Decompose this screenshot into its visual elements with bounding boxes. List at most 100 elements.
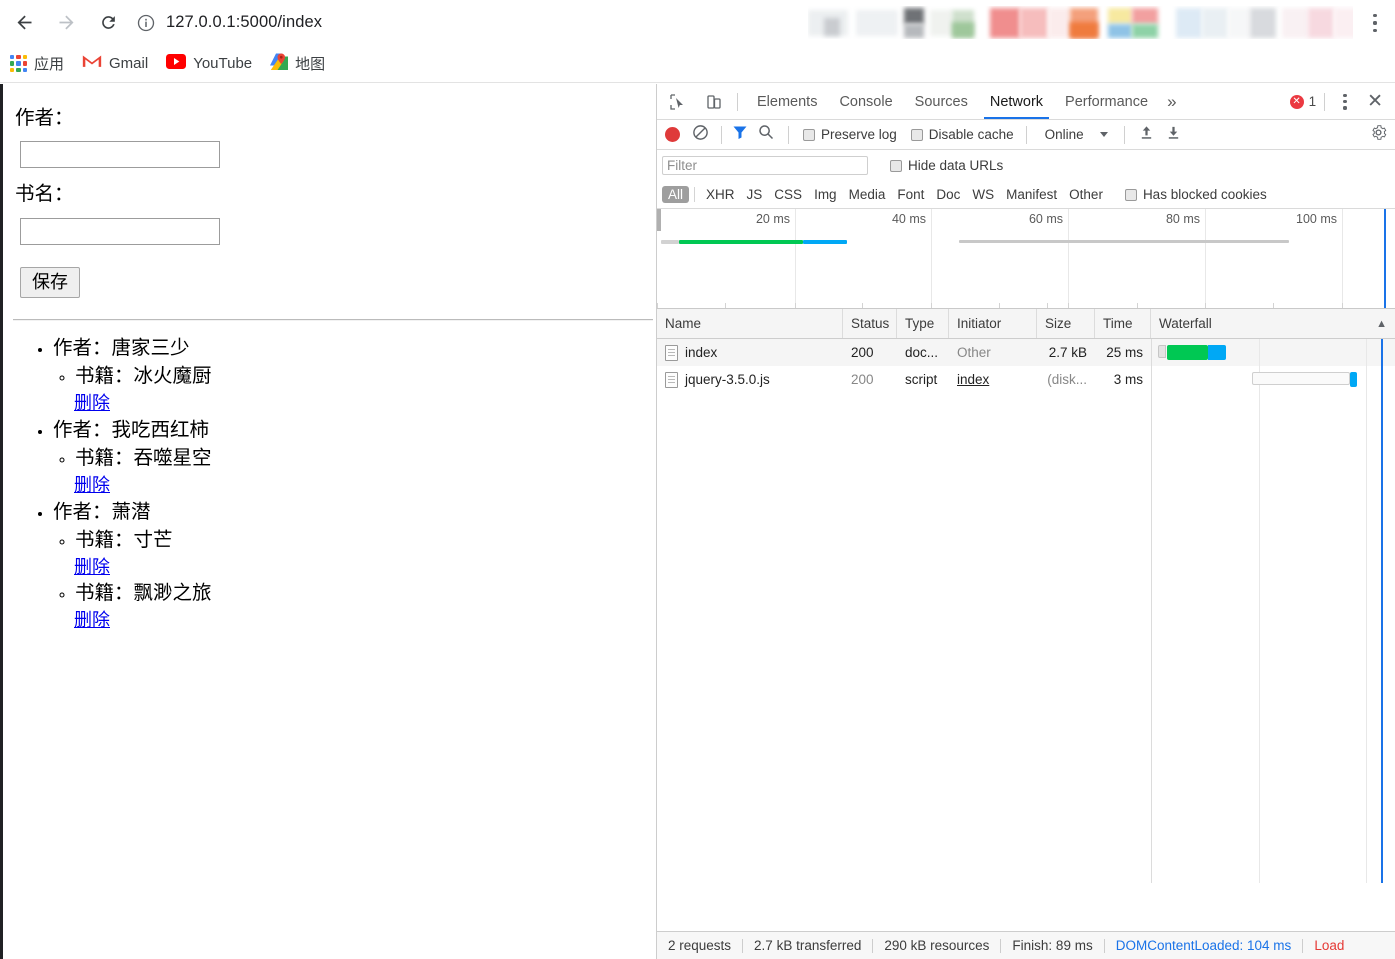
bookmark-label: YouTube [193,55,253,72]
forward-button[interactable] [48,5,84,41]
type-chip-all[interactable]: All [662,186,690,203]
devtools-settings-icon[interactable] [1370,124,1387,146]
request-name: jquery-3.5.0.js [685,372,770,387]
filter-input[interactable] [662,156,868,175]
clear-icon[interactable] [692,124,709,146]
inspect-element-icon[interactable] [663,88,693,116]
page-viewport: 作者： 书名： 保存 作者：唐家三少 书籍：冰火魔厨 删除 [0,84,656,959]
dom-content-loaded-line [1381,339,1383,883]
error-icon: ✕ [1289,94,1304,109]
gmail-icon [82,53,102,74]
bookmarks-bar: 应用 Gmail YouTube 地图 [0,45,1395,83]
bookmark-maps[interactable]: 地图 [262,51,333,77]
list-item: 书籍：冰火魔厨 删除 [74,363,648,417]
delete-link[interactable]: 删除 [74,608,110,634]
divider [1025,125,1027,144]
tab-sources[interactable]: Sources [904,84,979,119]
type-chip-js[interactable]: JS [741,186,769,203]
waterfall-bar-jquery[interactable] [1252,372,1357,387]
waterfall-bar-index[interactable] [1158,345,1226,360]
author-input[interactable] [20,141,220,169]
device-toolbar-icon[interactable] [699,88,729,116]
type-chip-font[interactable]: Font [891,186,930,203]
cell-status: 200 [851,345,874,360]
initiator-link[interactable]: index [957,372,989,387]
network-toolbar: Preserve log Disable cache Online [657,120,1395,150]
type-chip-ws[interactable]: WS [966,186,1000,203]
reload-button[interactable] [90,5,126,41]
checkbox-icon [1124,188,1137,201]
tab-console[interactable]: Console [828,84,903,119]
site-info-icon[interactable] [136,13,156,33]
type-chip-img[interactable]: Img [808,186,843,203]
export-har-icon[interactable] [1166,125,1181,145]
column-header-waterfall[interactable]: Waterfall ▲ [1151,309,1395,338]
divider [1123,125,1125,144]
browser-menu-button[interactable] [1363,10,1387,36]
bookmark-apps[interactable]: 应用 [2,51,72,77]
column-header-initiator[interactable]: Initiator [949,309,1037,338]
type-chip-media[interactable]: Media [843,186,892,203]
divider [694,187,696,202]
filter-toggle-icon[interactable] [732,124,748,145]
book-sublist: 书籍：冰火魔厨 删除 [53,363,648,416]
author-name: 作者：唐家三少 [53,337,190,360]
overview-left-band [657,209,661,231]
overview-bottom-ticks [657,303,1395,308]
column-header-name[interactable]: Name [657,309,843,338]
column-header-time[interactable]: Time [1095,309,1151,338]
more-tabs-icon[interactable]: » [1159,92,1184,112]
book-input[interactable] [20,217,220,245]
hide-data-urls-checkbox[interactable]: Hide data URLs [890,158,1003,173]
save-button[interactable]: 保存 [20,266,80,299]
overview-tick: 40 ms [891,212,926,226]
book-label: 书名： [15,183,74,206]
tab-performance[interactable]: Performance [1054,84,1159,119]
close-devtools-button[interactable]: ✕ [1361,92,1389,111]
delete-link[interactable]: 删除 [74,473,110,499]
back-button[interactable] [6,5,42,41]
disable-cache-checkbox[interactable]: Disable cache [910,127,1014,142]
record-button[interactable] [665,127,680,142]
url-text: 127.0.0.1:5000/index [166,13,323,31]
chevron-down-icon[interactable] [1099,132,1108,137]
error-badge[interactable]: ✕ 1 [1289,94,1316,109]
column-header-type[interactable]: Type [897,309,949,338]
cell-type: script [905,372,938,387]
column-header-size[interactable]: Size [1037,309,1095,338]
type-chip-doc[interactable]: Doc [930,186,966,203]
cell-size: (disk... [1047,372,1087,387]
has-blocked-cookies-checkbox[interactable]: Has blocked cookies [1124,187,1267,202]
type-chip-xhr[interactable]: XHR [700,186,741,203]
request-name: index [685,345,718,360]
devtools-menu-button[interactable] [1333,92,1357,112]
script-file-icon [665,371,678,388]
network-overview-timeline[interactable]: 20 ms 40 ms 60 ms 80 ms 100 ms [657,209,1395,309]
list-item: 作者：唐家三少 书籍：冰火魔厨 删除 [53,335,648,416]
book-name: 书籍：冰火魔厨 [75,365,212,388]
bookmark-label: 地图 [295,56,326,73]
delete-link[interactable]: 删除 [74,555,110,581]
type-chip-other[interactable]: Other [1063,186,1109,203]
import-har-icon[interactable] [1139,125,1154,145]
book-sublist: 书籍：吞噬星空 删除 [53,445,648,498]
bookmark-youtube[interactable]: YouTube [158,51,260,77]
throttling-select[interactable]: Online [1045,127,1084,142]
column-header-status[interactable]: Status [843,309,897,338]
list-item: 书籍：吞噬星空 删除 [74,445,648,499]
cell-time: 3 ms [1113,372,1143,387]
extension-icons[interactable] [808,6,1353,39]
overview-bar-jquery [959,240,1289,243]
resource-type-bar: All XHR JS CSS Img Media Font Doc WS Man… [657,181,1395,209]
hide-data-urls-label: Hide data URLs [908,158,1004,173]
list-item: 作者：我吃西红柿 书籍：吞噬星空 删除 [53,417,648,498]
type-chip-manifest[interactable]: Manifest [1000,186,1063,203]
tab-network[interactable]: Network [979,84,1054,119]
checkbox-icon [910,128,923,141]
tab-elements[interactable]: Elements [746,84,828,119]
delete-link[interactable]: 删除 [74,391,110,417]
bookmark-gmail[interactable]: Gmail [74,51,156,77]
preserve-log-checkbox[interactable]: Preserve log [803,127,897,142]
type-chip-css[interactable]: CSS [768,186,808,203]
search-icon[interactable] [758,124,774,145]
